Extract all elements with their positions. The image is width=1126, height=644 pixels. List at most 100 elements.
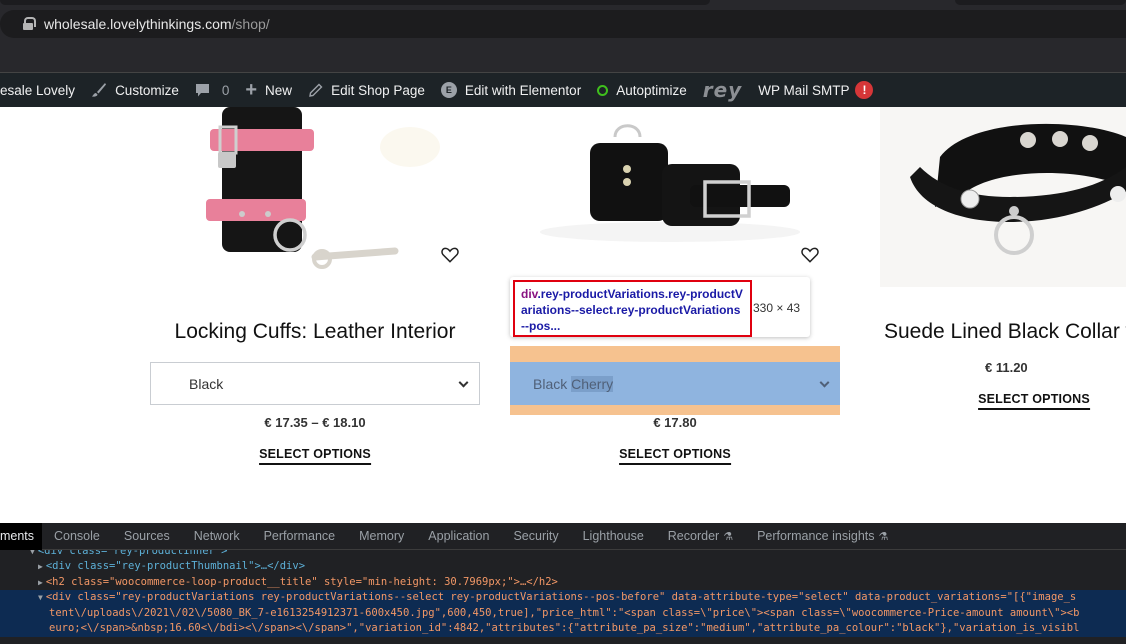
admin-bar-site-name[interactable]: esale Lovely <box>0 73 83 107</box>
pencil-icon <box>308 83 323 98</box>
new-label: New <box>265 82 293 98</box>
elements-tree: ▼ <div class="rey-productInner"> ▶ <div cl… <box>0 550 1126 637</box>
comment-icon <box>195 83 210 98</box>
url-path: /shop/ <box>231 16 270 32</box>
admin-bar-customize[interactable]: Customize <box>83 73 187 107</box>
select-options-button[interactable]: SELECT OPTIONS <box>619 447 731 465</box>
devtools-tabs: Elements Console Sources Network Performance… <box>0 522 1126 550</box>
devtools-tab-sources[interactable]: Sources <box>112 523 182 550</box>
product-image-leather-cuffs <box>510 107 840 277</box>
site-name-label: esale Lovely <box>0 82 76 98</box>
dom-node[interactable]: ▶ <h2 class="woocommerce-loop-product__ti… <box>0 575 1126 591</box>
comments-count: 0 <box>221 82 230 98</box>
product-image-suede-collar <box>880 107 1126 287</box>
rey-logo: rey <box>702 78 743 102</box>
tab-label: Security <box>513 529 559 543</box>
devtools-tab-recorder[interactable]: Recorder ⚗ <box>656 523 745 550</box>
devtools-tab-console[interactable]: Console <box>42 523 112 550</box>
plus-icon: + <box>245 78 258 101</box>
expand-triangle-icon[interactable]: ▶ <box>38 562 43 571</box>
devtools-tab-security[interactable]: Security <box>501 523 570 550</box>
status-circle-icon <box>597 84 609 96</box>
devtools-tab-memory[interactable]: Memory <box>347 523 416 550</box>
select-options-button[interactable]: SELECT OPTIONS <box>259 447 371 465</box>
devtools-tab-network[interactable]: Network <box>182 523 252 550</box>
browser-toolbar: wholesale.lovelythinkings.com/shop/ <box>0 0 1126 78</box>
tab-label: Network <box>193 529 240 543</box>
paintbrush-icon <box>91 82 107 98</box>
tab-label: Sources <box>123 529 170 543</box>
tooltip-selector: div.rey-productVariations.rey-productVar… <box>513 280 752 337</box>
product-price: € 11.20 <box>985 360 1028 375</box>
tab-label: Memory <box>359 529 405 543</box>
dom-node-attr-continued: tent\/uploads\/2021\/02\/5080_BK_7-e1613… <box>0 605 1126 621</box>
admin-bar-comments[interactable]: 0 <box>187 73 238 107</box>
tooltip-classes: .rey-productVariations.rey-productVariat… <box>521 287 743 333</box>
dom-node-selected[interactable]: ▼ <div class="rey-productVariations rey-p… <box>0 590 1126 606</box>
admin-bar-wp-mail-smtp[interactable]: WP Mail SMTP ! <box>750 73 881 107</box>
tooltip-arrow <box>518 336 534 344</box>
collapse-triangle-icon[interactable]: ▼ <box>38 593 43 602</box>
autoptimize-label: Autoptimize <box>616 82 687 98</box>
tab-strip-left <box>0 0 710 5</box>
tooltip-dimensions: 330 × 43 <box>753 301 801 315</box>
devtools-tab-performance[interactable]: Performance <box>252 523 348 550</box>
admin-bar-rey[interactable]: rey <box>695 73 750 107</box>
elementor-icon: E <box>440 82 457 98</box>
admin-bar-new[interactable]: + New <box>237 73 300 107</box>
product-card: Locking Cuffs: Leather Interior Black € … <box>150 107 480 523</box>
product-price: € 17.80 <box>653 415 697 430</box>
devtools-tab-application[interactable]: Application <box>416 523 501 550</box>
product-title[interactable]: Suede Lined Black Collar with <box>884 320 1126 344</box>
url-host: wholesale.lovelythinkings.com <box>44 16 232 32</box>
variation-selected-value: Black <box>189 375 224 392</box>
tab-label: Recorder <box>667 529 720 543</box>
flask-icon: ⚗ <box>878 530 889 543</box>
chevron-down-icon <box>458 377 469 388</box>
lock-icon <box>22 17 36 31</box>
shop-product-grid: Locking Cuffs: Leather Interior Black € … <box>0 107 1126 523</box>
tab-label: Console <box>54 529 100 543</box>
product-image-locking-cuffs <box>150 107 480 277</box>
devtools-tab-lighthouse[interactable]: Lighthouse <box>571 523 656 550</box>
chevron-down-icon <box>819 377 830 388</box>
inspector-tooltip: div.rey-productVariations.rey-productVar… <box>510 277 810 337</box>
dom-node[interactable]: ▼ <div class="rey-productInner"> <box>0 550 1126 559</box>
dom-node-attr-continued: euro;<\/span>&nbsp;16.60<\/bdi><\/span><… <box>0 621 1126 637</box>
product-card: Suede Lined Black Collar with € 11.20 SE… <box>880 107 1126 523</box>
product-thumbnail[interactable] <box>510 107 840 277</box>
customize-label: Customize <box>115 82 179 98</box>
wishlist-heart-icon[interactable] <box>800 245 820 265</box>
devtools-panel: Elements Console Sources Network Performance… <box>0 522 1126 644</box>
admin-bar-autoptimize[interactable]: Autoptimize <box>589 73 695 107</box>
wishlist-heart-icon[interactable] <box>440 245 460 265</box>
admin-bar-edit-shop-page[interactable]: Edit Shop Page <box>300 73 433 107</box>
admin-bar-edit-with-elementor[interactable]: E Edit with Elementor <box>433 73 589 107</box>
tab-label: Application <box>428 529 490 543</box>
wp-mail-smtp-label: WP Mail SMTP <box>758 82 850 98</box>
edit-shop-page-label: Edit Shop Page <box>331 82 425 98</box>
tab-label: Elements <box>0 529 34 543</box>
tab-label: Performance insights <box>757 529 875 543</box>
variation-select[interactable]: Black <box>150 362 480 405</box>
product-title[interactable]: Locking Cuffs: Leather Interior <box>150 320 480 344</box>
variation-selected-value: Black Cherry <box>533 375 614 392</box>
alert-badge: ! <box>855 81 874 99</box>
wp-admin-bar: esale Lovely Customize 0 + New Edit Shop… <box>0 73 1126 107</box>
tab-strip-right <box>955 0 1126 5</box>
inspector-content-highlight[interactable]: Black Cherry <box>510 362 840 405</box>
expand-triangle-icon[interactable]: ▶ <box>38 578 43 587</box>
product-thumbnail[interactable] <box>880 107 1126 287</box>
edit-with-elementor-label: Edit with Elementor <box>464 82 582 98</box>
tooltip-tag: div <box>521 287 538 301</box>
tab-label: Performance <box>263 529 336 543</box>
select-options-button[interactable]: SELECT OPTIONS <box>978 392 1090 410</box>
devtools-tab-performance-insights[interactable]: Performance insights ⚗ <box>745 523 900 550</box>
dom-node[interactable]: ▶ <div class="rey-productThumbnail">…</di… <box>0 559 1126 575</box>
product-thumbnail[interactable] <box>150 107 480 277</box>
flask-icon: ⚗ <box>723 530 734 543</box>
devtools-tab-elements[interactable]: Elements <box>0 522 42 550</box>
address-bar[interactable]: wholesale.lovelythinkings.com/shop/ <box>0 10 1126 38</box>
product-price: € 17.35 – € 18.10 <box>264 415 366 430</box>
tab-label: Lighthouse <box>582 529 644 543</box>
